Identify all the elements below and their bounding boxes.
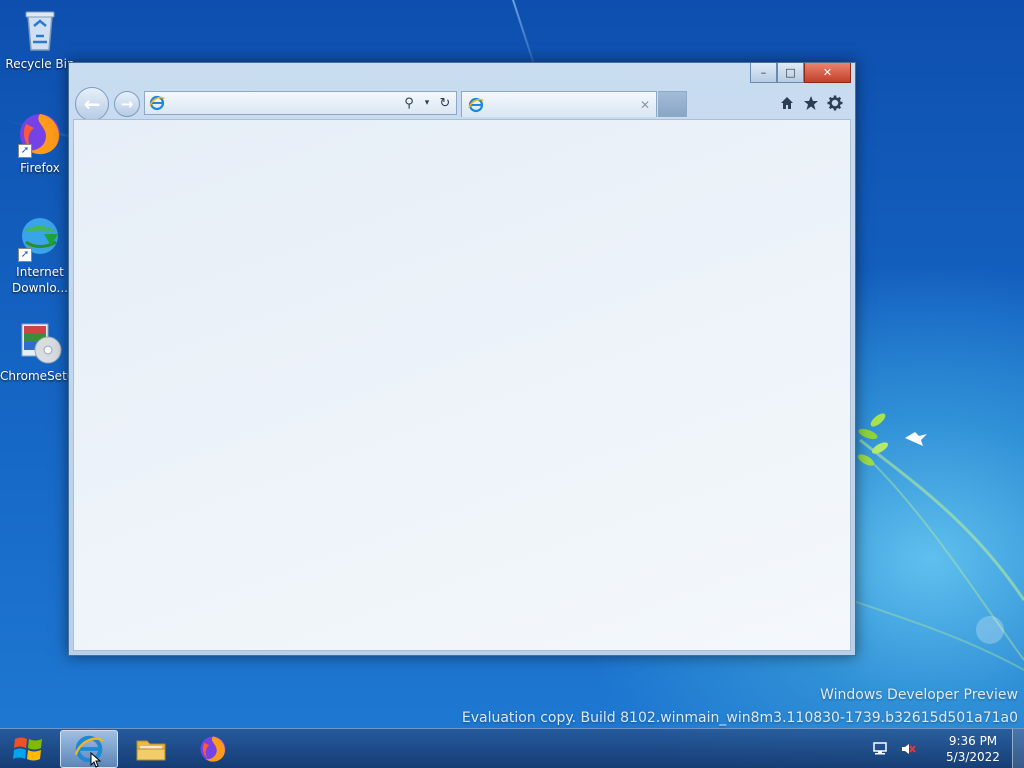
clock-date: 5/3/2022 (946, 750, 1000, 764)
internet-explorer-window[interactable]: – □ ✕ ← → ⚲ ▾ ↻ ✕ (68, 62, 856, 656)
volume-muted-icon[interactable] (899, 740, 917, 758)
wallpaper-vines (850, 413, 1024, 671)
shortcut-arrow-icon: ➚ (18, 248, 32, 262)
recycle-bin-icon (16, 6, 64, 54)
start-button[interactable] (6, 733, 50, 765)
home-button[interactable] (777, 93, 797, 113)
watermark-line1: Windows Developer Preview (820, 687, 1018, 703)
gear-icon (827, 95, 843, 111)
folder-icon (136, 740, 166, 761)
new-tab-button[interactable] (658, 91, 687, 117)
ie-tab-icon (468, 97, 484, 112)
clock[interactable]: 9:36 PM 5/3/2022 (936, 733, 1010, 765)
network-icon[interactable] (871, 740, 889, 758)
clock-time: 9:36 PM (948, 734, 998, 748)
address-input[interactable] (169, 96, 398, 110)
taskbar-internet-explorer[interactable] (60, 730, 118, 768)
ie-page-icon (149, 95, 165, 111)
close-button[interactable]: ✕ (804, 63, 851, 83)
back-button[interactable]: ← (75, 87, 109, 121)
arrow-right-icon: → (120, 95, 134, 113)
taskbar: 9:36 PM 5/3/2022 (0, 728, 1024, 768)
address-bar: ⚲ ▾ ↻ (144, 91, 457, 115)
favorites-button[interactable] (801, 93, 821, 113)
tools-button[interactable] (825, 93, 845, 113)
mouse-cursor-icon (90, 752, 102, 768)
star-icon (804, 96, 818, 110)
refresh-icon[interactable]: ↻ (438, 96, 452, 111)
system-tray: 9:36 PM 5/3/2022 (866, 729, 1010, 768)
firefox-icon: ➚ (16, 110, 64, 158)
page-content-area[interactable] (73, 119, 851, 651)
dropdown-arrow-icon[interactable]: ▾ (420, 98, 434, 108)
forward-button[interactable]: → (114, 91, 140, 117)
minimize-button[interactable]: – (750, 63, 777, 83)
chrome-setup-icon (16, 318, 64, 366)
shortcut-arrow-icon: ➚ (18, 144, 32, 158)
evaluation-watermark: Windows Developer Preview Evaluation cop… (462, 684, 1018, 730)
internet-download-manager-icon: ➚ (16, 214, 64, 262)
show-desktop-button[interactable] (1012, 729, 1024, 768)
watermark-line2: Evaluation copy. Build 8102.winmain_win8… (461, 710, 1018, 726)
firefox-icon (200, 736, 226, 762)
home-icon (781, 97, 793, 109)
window-controls: – □ ✕ (750, 63, 851, 83)
taskbar-firefox[interactable] (184, 730, 242, 768)
search-icon[interactable]: ⚲ (402, 96, 416, 111)
taskbar-file-explorer[interactable] (122, 730, 180, 768)
windows-logo-icon (13, 737, 42, 761)
desktop-icon-label: Internet Downlo... (12, 265, 68, 295)
maximize-button[interactable]: □ (777, 63, 804, 83)
tab-close-icon[interactable]: ✕ (640, 98, 650, 112)
browser-tab[interactable]: ✕ (461, 91, 657, 117)
arrow-left-icon: ← (83, 92, 101, 116)
